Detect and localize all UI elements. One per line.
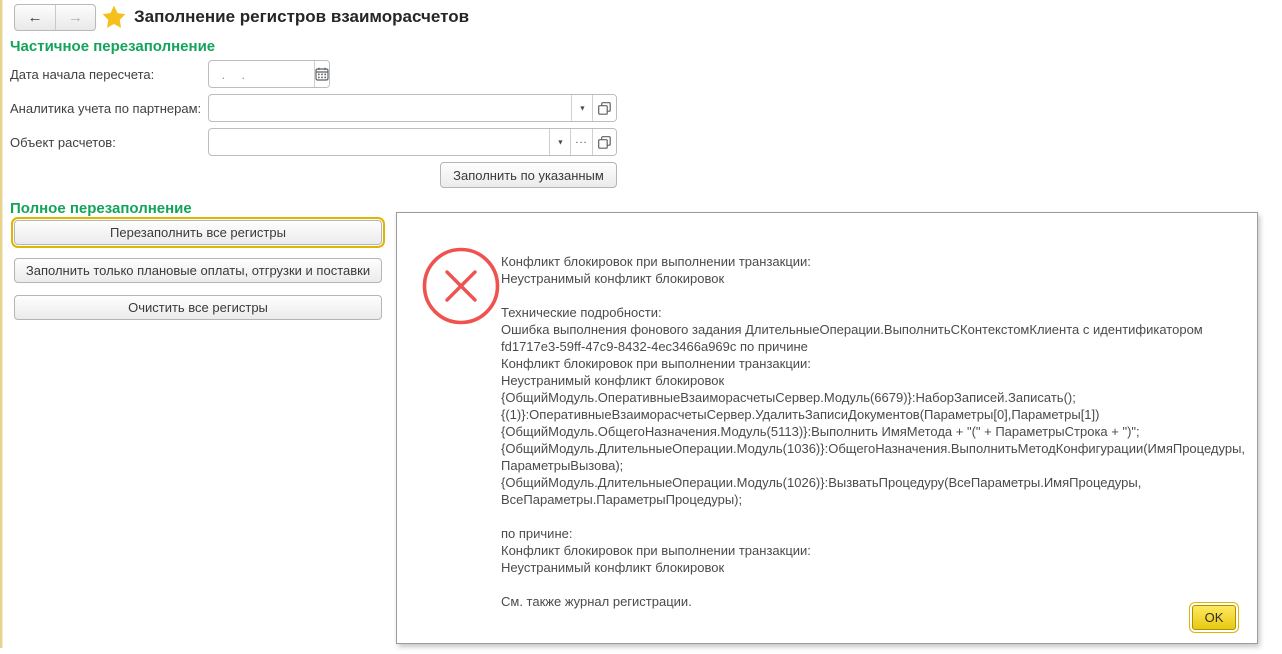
nav-history-group: ← → — [14, 4, 96, 31]
error-message-line: fd1717e3-59ff-47c9-8432-4ec3466a969c по … — [501, 339, 808, 354]
date-field-group — [208, 60, 330, 88]
calendar-picker-button[interactable] — [314, 61, 329, 87]
error-message-line: Неустранимый конфликт блокировок — [501, 373, 725, 388]
settlement-object-choose-button[interactable]: ... — [570, 129, 592, 155]
error-message-line: ПараметрыВызова); — [501, 458, 624, 473]
chevron-down-icon: ▼ — [556, 138, 564, 146]
error-message-line: Конфликт блокировок при выполнении транз… — [501, 356, 811, 371]
error-message-line — [501, 287, 1231, 304]
refill-all-registers-button[interactable]: Перезаполнить все регистры — [11, 217, 385, 248]
error-message-line: {ОбщийМодуль.ОперативныеВзаиморасчетыСер… — [501, 390, 1076, 405]
settlement-object-input[interactable] — [209, 129, 549, 155]
error-message-line: Ошибка выполнения фонового задания Длите… — [501, 322, 1203, 337]
date-field-label: Дата начала пересчета: — [10, 67, 155, 82]
chevron-down-icon: ▼ — [578, 104, 586, 112]
error-message-line: {ОбщийМодуль.ОбщегоНазначения.Модуль(511… — [501, 424, 1140, 439]
settlement-object-label: Объект расчетов: — [10, 135, 116, 150]
form-left-accent — [0, 0, 3, 648]
fill-by-specified-button[interactable]: Заполнить по указанным — [440, 162, 617, 188]
error-dialog: Конфликт блокировок при выполнении транз… — [396, 212, 1258, 644]
clear-all-registers-button[interactable]: Очистить все регистры — [14, 295, 382, 320]
open-window-icon — [598, 101, 611, 115]
error-message-line: См. также журнал регистрации. — [501, 594, 692, 609]
partner-analytics-dropdown-button[interactable]: ▼ — [571, 95, 592, 121]
error-x-circle-icon — [422, 247, 500, 325]
app-window: ← → Заполнение регистров взаиморасчетов … — [0, 0, 1282, 654]
calendar-icon — [315, 67, 329, 81]
error-message-line: Неустранимый конфликт блокировок — [501, 560, 725, 575]
error-message-line: Неустранимый конфликт блокировок — [501, 271, 725, 286]
back-button[interactable]: ← — [15, 5, 55, 30]
partner-analytics-open-button[interactable] — [592, 95, 616, 121]
error-message-line — [501, 508, 1231, 525]
error-message-line — [501, 576, 1231, 593]
settlement-object-field-group: ▼ ... — [208, 128, 617, 156]
error-message-line: {ОбщийМодуль.ДлительныеОперации.Модуль(1… — [501, 475, 1142, 490]
error-message-line: {(1)}:ОперативныеВзаиморасчетыСервер.Уда… — [501, 407, 1100, 422]
partner-analytics-label: Аналитика учета по партнерам: — [10, 101, 202, 116]
ok-button[interactable]: OK — [1189, 602, 1239, 633]
forward-button[interactable]: → — [55, 5, 95, 30]
page-title: Заполнение регистров взаиморасчетов — [134, 7, 470, 26]
error-message-line: Конфликт блокировок при выполнении транз… — [501, 543, 811, 558]
fill-planned-payments-button[interactable]: Заполнить только плановые оплаты, отгруз… — [14, 258, 382, 283]
open-window-icon — [598, 135, 611, 149]
forward-arrow-icon: → — [68, 9, 83, 26]
settlement-object-open-button[interactable] — [592, 129, 616, 155]
error-message-line: {ОбщийМодуль.ДлительныеОперации.Модуль(1… — [501, 441, 1246, 456]
section-title-partial: Частичное перезаполнение — [10, 38, 216, 55]
recalc-start-date-input[interactable] — [209, 61, 314, 87]
error-message-lines: Конфликт блокировок при выполнении транз… — [501, 253, 1246, 610]
error-message-line: ВсеПараметры.ПараметрыПроцедуры); — [501, 492, 743, 507]
error-message-line: по причине: — [501, 526, 573, 541]
section-title-full: Полное перезаполнение — [10, 200, 192, 217]
settlement-object-dropdown-button[interactable]: ▼ — [549, 129, 570, 155]
partner-analytics-field-group: ▼ — [208, 94, 617, 122]
error-message-line: Конфликт блокировок при выполнении транз… — [501, 254, 811, 269]
favorite-star-icon[interactable] — [101, 4, 127, 30]
ellipsis-icon: ... — [575, 134, 588, 146]
partner-analytics-input[interactable] — [209, 95, 571, 121]
error-message-line: Технические подробности: — [501, 305, 662, 320]
back-arrow-icon: ← — [27, 9, 43, 26]
